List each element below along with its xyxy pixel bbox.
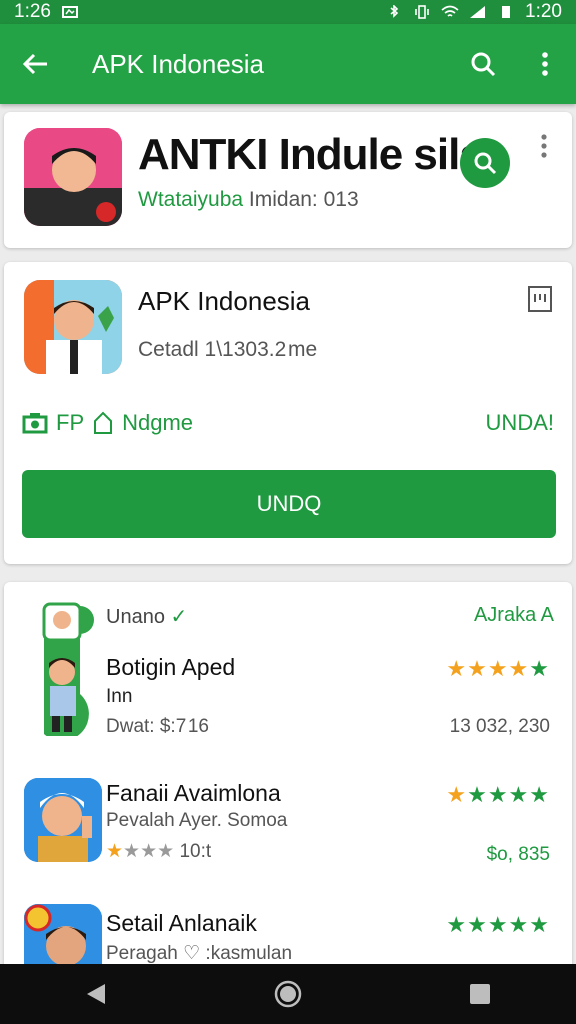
nav-home-icon <box>274 980 302 1008</box>
list-item-line2: Inn <box>106 686 133 707</box>
battery-icon <box>502 6 511 18</box>
vibrate-icon <box>415 5 429 19</box>
bookmark-icon <box>528 286 552 312</box>
list-item-rating: ★★★★★ <box>446 782 550 807</box>
featured-meta: Imidan: 013 <box>248 188 359 211</box>
notification-icon <box>61 6 78 18</box>
list-item-icon <box>24 602 102 741</box>
list-item-icon <box>24 778 102 862</box>
upload-icon <box>94 411 113 434</box>
search-icon <box>474 152 497 175</box>
overflow-menu-button[interactable] <box>514 24 576 104</box>
list-item-title: Setail Anlanaik <box>106 910 257 936</box>
list-item-line2: Peragah ♡ :kasmulan <box>106 943 293 964</box>
more-vert-icon <box>542 52 548 76</box>
list-header: Unano ✓ AJraka A <box>106 604 554 629</box>
search-button[interactable] <box>452 24 514 104</box>
list-item-title: Fanaii Avaimlona <box>106 780 281 806</box>
nav-recents-icon <box>470 984 490 1004</box>
list-item-icon <box>24 904 102 970</box>
signal-icon <box>470 6 486 18</box>
app-bar-title: APK Indonesia <box>92 48 265 79</box>
system-nav-bar <box>0 964 576 1024</box>
bluetooth-icon <box>390 5 399 18</box>
list-item-count: $o, 835 <box>486 844 550 865</box>
list-item-line2: Pevalah Ayer. Somoa <box>106 810 288 831</box>
status-bar: 1:26 1:20 <box>0 0 576 24</box>
list-item-line3: Dwat: $:7 16 <box>106 716 209 737</box>
meta-label-b: Ndgme <box>122 410 194 435</box>
nav-back-button[interactable] <box>56 964 136 1024</box>
app-detail: Cetadl 1\1303.2 me <box>138 338 318 361</box>
list-item-count: 13 032, 230 <box>449 716 550 737</box>
wifi-icon <box>441 5 459 17</box>
app-bar: APK Indonesia <box>0 24 576 104</box>
nav-back-icon <box>87 984 105 1004</box>
status-time-right: 1:20 <box>525 1 562 22</box>
app-detail-card: APK Indonesia Cetadl 1\1303.2 me FP Ndgm… <box>4 262 572 564</box>
list-item-rating: ★★★★★ <box>446 656 550 681</box>
featured-search-button[interactable] <box>460 138 510 188</box>
check-icon: ✓ <box>170 606 188 628</box>
nav-home-button[interactable] <box>248 964 328 1024</box>
featured-app-icon <box>24 128 122 226</box>
list-header-left: Unano ✓ <box>106 606 188 628</box>
featured-subtitle: Wtataiyuba Imidan: 013 <box>138 188 359 212</box>
featured-developer: Wtataiyuba <box>138 188 244 211</box>
app-meta-row: FP Ndgme UNDA! <box>22 410 554 436</box>
camera-icon <box>22 413 48 434</box>
list-item-rating: ★★★★★ <box>446 912 550 937</box>
featured-more-button[interactable] <box>534 134 554 174</box>
more-vert-icon <box>541 134 547 158</box>
back-arrow-icon <box>22 53 47 75</box>
app-icon <box>24 280 122 374</box>
install-button[interactable]: UNDQ <box>22 470 556 538</box>
featured-card[interactable]: ANTKI Indule sila Wtataiyuba Imidan: 013 <box>4 112 572 248</box>
featured-title: ANTKI Indule sila <box>138 130 484 179</box>
list-item-title: Botigin Aped <box>106 654 236 680</box>
app-list-card: Unano ✓ AJraka A Botigin Aped Inn Dwat: … <box>4 582 572 972</box>
nav-recents-button[interactable] <box>440 964 520 1024</box>
app-name: APK Indonesia <box>138 286 311 316</box>
status-time: 1:26 <box>14 1 51 22</box>
back-button[interactable] <box>0 24 70 104</box>
bookmark-button[interactable] <box>526 284 554 314</box>
meta-label-right[interactable]: UNDA! <box>486 410 554 436</box>
list-header-right[interactable]: AJraka A <box>474 604 554 629</box>
list-item-line3: ★★★★ 10:t <box>106 841 212 862</box>
meta-label-a: FP <box>56 410 85 435</box>
search-icon <box>471 52 496 77</box>
